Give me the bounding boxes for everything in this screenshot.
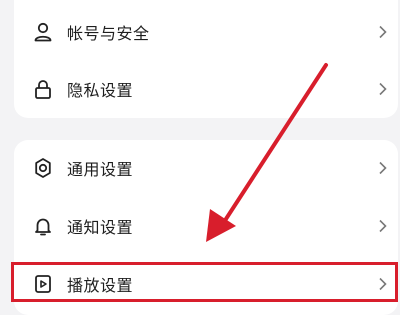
settings-item-label: 隐私设置 [67,81,134,100]
play-icon [35,275,51,293]
settings-item-privacy[interactable]: 隐私设置 [14,61,398,117]
settings-item-label: 通用设置 [67,160,134,179]
settings-item-label: 帐号与安全 [67,24,150,43]
settings-item-notifications[interactable]: 通知设置 [14,198,398,254]
person-icon [34,22,52,42]
chevron-right-icon [379,82,387,96]
gear-icon [35,158,51,178]
settings-item-general[interactable]: 通用设置 [14,140,398,196]
settings-item-label: 播放设置 [67,276,134,295]
chevron-right-icon [379,161,387,175]
settings-item-label: 通知设置 [67,218,134,237]
chevron-right-icon [379,219,387,233]
bell-icon [35,218,51,236]
settings-item-account-security[interactable]: 帐号与安全 [14,4,398,60]
chevron-right-icon [379,25,387,39]
settings-item-playback[interactable]: 播放设置 [14,256,398,312]
chevron-right-icon [379,277,387,291]
lock-icon [35,80,51,99]
